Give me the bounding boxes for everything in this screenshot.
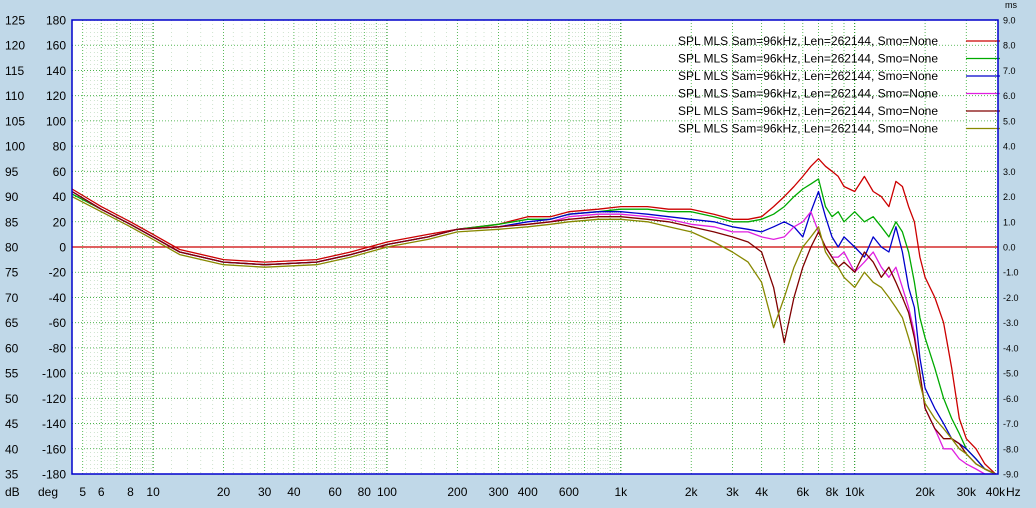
- ms-tick-label: -1.0: [1003, 268, 1019, 278]
- db-tick-label: 40: [5, 442, 19, 456]
- deg-tick-label: 80: [53, 140, 67, 154]
- x-tick-label: 30: [258, 485, 272, 499]
- x-tick-label: 80: [358, 485, 372, 499]
- db-tick-label: 115: [5, 64, 24, 78]
- ms-tick-label: -8.0: [1003, 444, 1019, 454]
- legend-label-4: SPL MLS Sam=96kHz, Len=262144, Smo=None: [678, 87, 938, 101]
- db-tick-label: 110: [5, 89, 24, 103]
- ms-tick-label: 6.0: [1003, 91, 1016, 101]
- deg-tick-label: -180: [42, 468, 66, 482]
- db-tick-label: 50: [5, 392, 19, 406]
- deg-tick-label: 20: [53, 215, 67, 229]
- x-tick-label: 3k: [726, 485, 740, 499]
- x-tick-label: 20: [217, 485, 231, 499]
- x-tick-label: 200: [447, 485, 467, 499]
- x-tick-label: 6k: [796, 485, 810, 499]
- x-tick-label: 100: [377, 485, 397, 499]
- x-tick-label: 8k: [826, 485, 840, 499]
- deg-tick-label: -140: [42, 417, 66, 431]
- ms-tick-label: 7.0: [1003, 66, 1016, 76]
- db-tick-label: 65: [5, 316, 19, 330]
- x-tick-label: 400: [518, 485, 538, 499]
- db-axis-title: dB: [5, 485, 20, 499]
- ms-tick-label: -9.0: [1003, 470, 1019, 480]
- x-tick-label: 600: [559, 485, 579, 499]
- x-tick-label: 2k: [685, 485, 699, 499]
- ms-tick-label: -6.0: [1003, 394, 1019, 404]
- ms-tick-label: 4.0: [1003, 142, 1016, 152]
- x-tick-label: 1k: [614, 485, 628, 499]
- deg-tick-label: 40: [53, 190, 67, 204]
- ms-tick-label: -4.0: [1003, 343, 1019, 353]
- ms-tick-label: -2.0: [1003, 293, 1019, 303]
- x-tick-label: 5: [79, 485, 86, 499]
- deg-tick-label: 160: [46, 39, 66, 53]
- deg-tick-label: -100: [42, 367, 66, 381]
- ms-tick-label: 9.0: [1003, 16, 1016, 26]
- frequency-response-chart: SPL MLS Sam=96kHz, Len=262144, Smo=None S…: [0, 0, 1036, 508]
- deg-tick-label: -120: [42, 392, 66, 406]
- deg-tick-label: -160: [42, 442, 66, 456]
- deg-tick-label: -40: [49, 291, 67, 305]
- x-unit-label: Hz: [1006, 485, 1021, 499]
- db-tick-label: 60: [5, 341, 19, 355]
- db-tick-label: 105: [5, 114, 25, 128]
- ms-tick-label: -3.0: [1003, 318, 1019, 328]
- x-tick-label: 30k: [957, 485, 977, 499]
- ms-tick-label: 0.0: [1003, 243, 1016, 253]
- db-tick-label: 125: [5, 14, 25, 28]
- x-tick-label: 40: [287, 485, 301, 499]
- deg-tick-label: -80: [49, 341, 67, 355]
- x-tick-label: 4k: [755, 485, 769, 499]
- x-tick-label: 60: [328, 485, 342, 499]
- db-tick-label: 80: [5, 241, 19, 255]
- x-tick-label: 20k: [915, 485, 935, 499]
- deg-tick-label: 180: [46, 14, 66, 28]
- ms-axis-title: ms: [1005, 0, 1017, 10]
- ms-tick-label: -5.0: [1003, 369, 1019, 379]
- legend-label-5: SPL MLS Sam=96kHz, Len=262144, Smo=None: [678, 104, 938, 118]
- x-tick-label: 10: [146, 485, 160, 499]
- legend-label-1: SPL MLS Sam=96kHz, Len=262144, Smo=None: [678, 34, 938, 48]
- x-tick-label: 300: [489, 485, 509, 499]
- db-tick-label: 35: [5, 468, 19, 482]
- db-tick-label: 70: [5, 291, 19, 305]
- ms-tick-label: 2.0: [1003, 192, 1016, 202]
- deg-axis-title: deg: [38, 485, 58, 499]
- x-tick-label: 8: [127, 485, 134, 499]
- deg-tick-label: 140: [46, 64, 66, 78]
- db-tick-label: 95: [5, 165, 19, 179]
- db-tick-label: 55: [5, 367, 19, 381]
- deg-tick-label: -60: [49, 316, 67, 330]
- ms-tick-label: 5.0: [1003, 116, 1016, 126]
- deg-tick-label: 120: [46, 89, 66, 103]
- deg-tick-label: 60: [53, 165, 67, 179]
- db-tick-label: 75: [5, 266, 19, 280]
- db-tick-label: 45: [5, 417, 19, 431]
- legend-label-6: SPL MLS Sam=96kHz, Len=262144, Smo=None: [678, 122, 938, 136]
- ms-tick-label: 8.0: [1003, 41, 1016, 51]
- x-tick-label: 10k: [845, 485, 865, 499]
- db-tick-label: 90: [5, 190, 19, 204]
- x-tick-label: 6: [98, 485, 105, 499]
- x-tick-label: 40k: [986, 485, 1006, 499]
- deg-tick-label: -20: [49, 266, 67, 280]
- deg-tick-label: 100: [46, 114, 66, 128]
- ms-tick-label: 3.0: [1003, 167, 1016, 177]
- deg-tick-label: 0: [59, 241, 66, 255]
- db-tick-label: 85: [5, 215, 19, 229]
- legend-label-2: SPL MLS Sam=96kHz, Len=262144, Smo=None: [678, 52, 938, 66]
- legend-label-3: SPL MLS Sam=96kHz, Len=262144, Smo=None: [678, 69, 938, 83]
- db-tick-label: 120: [5, 39, 25, 53]
- ms-tick-label: -7.0: [1003, 419, 1019, 429]
- ms-tick-label: 1.0: [1003, 217, 1016, 227]
- db-tick-label: 100: [5, 140, 25, 154]
